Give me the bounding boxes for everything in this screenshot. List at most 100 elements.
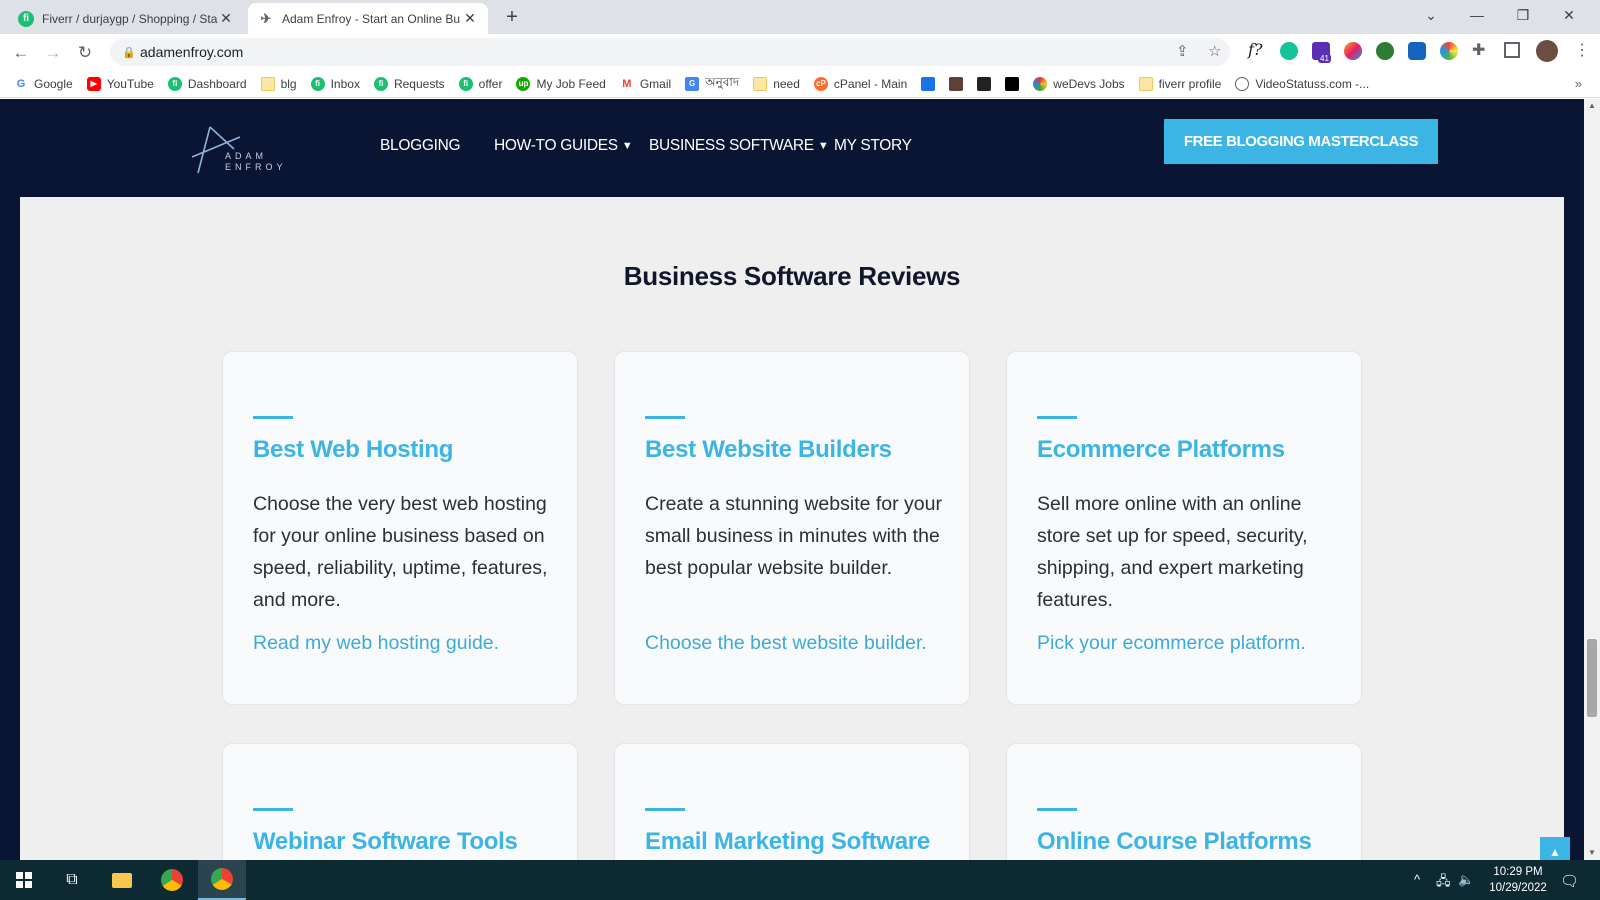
bookmark-fiverr-profile[interactable]: fiverr profile — [1138, 76, 1221, 91]
scroll-up-arrow-icon[interactable]: ▲ — [1584, 99, 1600, 113]
tab-title: Adam Enfroy - Start an Online Bu — [282, 11, 461, 26]
card-description: Sell more online with an online store se… — [1037, 493, 1308, 611]
shield-extension-icon[interactable] — [1408, 42, 1426, 60]
bookmark-inbox[interactable]: fi Inbox — [310, 76, 360, 91]
page-scrollbar[interactable]: ▲ ▼ — [1584, 99, 1600, 860]
bookmark-my-job-feed[interactable]: up My Job Feed — [516, 76, 606, 91]
restore-icon[interactable]: ❐ — [1500, 0, 1546, 30]
bookmark-unnamed-3[interactable] — [977, 76, 992, 91]
bookmark-need[interactable]: need — [753, 76, 800, 91]
notification-center-icon[interactable]: 🗨 — [1560, 872, 1579, 890]
wedevs-icon — [1033, 76, 1048, 91]
new-tab-button[interactable]: + — [500, 6, 524, 30]
section-title: Business Software Reviews — [623, 261, 961, 291]
translate-icon: G — [685, 76, 700, 91]
card-accent-bar — [645, 808, 685, 811]
close-window-icon[interactable]: ✕ — [1546, 0, 1592, 30]
bookmark-unnamed-4[interactable] — [1005, 76, 1020, 91]
card-title[interactable]: Online Course Platforms — [1037, 828, 1312, 856]
globe-extension-icon[interactable] — [1376, 42, 1394, 60]
site-header: ADAM ENFROY BLOGGING HOW-TO GUIDES ▼ BUSI… — [0, 99, 1584, 197]
bookmark-dashboard[interactable]: fi Dashboard — [167, 76, 247, 91]
bookmark-youtube[interactable]: ▶ YouTube — [86, 76, 154, 91]
logo-wordmark: ADAM ENFROY — [225, 151, 287, 172]
card-accent-bar — [253, 808, 293, 811]
chrome-active-taskbar-icon[interactable] — [198, 860, 246, 900]
browser-tab-strip: fi Fiverr / durjaygp / Shopping / Sta ✕ … — [0, 0, 1600, 34]
address-bar[interactable]: 🔒 adamenfroy.com — [110, 38, 1230, 66]
close-tab-icon[interactable]: ✕ — [462, 10, 478, 27]
show-hidden-icons-chevron-icon[interactable]: ^ — [1414, 872, 1420, 887]
nav-blogging[interactable]: BLOGGING — [380, 137, 461, 155]
color-picker-extension-icon[interactable] — [1440, 42, 1458, 60]
google-icon: G — [14, 76, 28, 91]
extensions-puzzle-icon[interactable]: ✚ — [1472, 40, 1485, 60]
chevron-down-icon: ▼ — [621, 140, 633, 152]
globe-icon — [1235, 76, 1250, 91]
card-email-marketing-software: Email Marketing Software — [614, 743, 970, 860]
business-software-section: Business Software Reviews Best Web Hosti… — [20, 197, 1570, 860]
system-clock[interactable]: 10:29 PM 10/29/2022 — [1478, 864, 1558, 896]
share-icon[interactable]: ⇪ — [1176, 42, 1189, 60]
chrome-taskbar-icon[interactable] — [148, 860, 196, 900]
minimize-icon[interactable]: — — [1454, 0, 1500, 30]
nav-business-software[interactable]: BUSINESS SOFTWARE ▼ — [649, 137, 829, 155]
nav-how-to-guides[interactable]: HOW-TO GUIDES ▼ — [494, 137, 633, 155]
forward-icon[interactable]: → — [40, 40, 66, 66]
free-blogging-masterclass-button[interactable]: FREE BLOGGING MASTERCLASS — [1164, 119, 1438, 164]
card-accent-bar — [1037, 416, 1077, 419]
chevron-up-icon: ▲ — [1549, 845, 1561, 859]
card-title[interactable]: Best Web Hosting — [253, 436, 453, 464]
volume-icon[interactable]: 🔈 — [1458, 872, 1474, 888]
formula-extension-icon[interactable]: f? — [1248, 40, 1263, 59]
side-panel-icon[interactable] — [1504, 42, 1520, 58]
bookmark-star-icon[interactable]: ☆ — [1208, 42, 1221, 60]
back-icon[interactable]: ← — [8, 40, 34, 66]
bookmarks-overflow-icon[interactable]: » — [1575, 76, 1582, 91]
bookmark-videostatuss[interactable]: VideoStatuss.com -... — [1235, 76, 1369, 91]
card-title[interactable]: Ecommerce Platforms — [1037, 436, 1285, 464]
card-link[interactable]: Read my web hosting guide. — [253, 632, 499, 655]
folder-icon — [260, 76, 275, 91]
browser-tab-fiverr[interactable]: fi Fiverr / durjaygp / Shopping / Sta ✕ — [8, 3, 244, 34]
grammarly-icon[interactable] — [1280, 42, 1298, 60]
url-text: adamenfroy.com — [140, 44, 244, 60]
tab-title: Fiverr / durjaygp / Shopping / Sta — [42, 11, 218, 26]
close-tab-icon[interactable]: ✕ — [218, 10, 234, 27]
bookmark-offer[interactable]: fi offer — [458, 76, 502, 91]
clock-date: 10/29/2022 — [1489, 882, 1547, 894]
file-explorer-icon[interactable] — [98, 860, 146, 900]
bookmark-unnamed-2[interactable] — [949, 76, 964, 91]
bookmark-blg[interactable]: blg — [260, 76, 297, 91]
card-title[interactable]: Webinar Software Tools — [253, 828, 518, 856]
folder-icon — [753, 76, 768, 91]
heart-extension-icon[interactable] — [1344, 42, 1362, 60]
scrollbar-thumb[interactable] — [1587, 639, 1597, 717]
browser-tab-adam-enfroy[interactable]: ✈ Adam Enfroy - Start an Online Bu ✕ — [248, 3, 488, 34]
network-icon[interactable]: 🖧 — [1436, 872, 1451, 894]
windows-start-icon[interactable] — [0, 860, 48, 900]
nav-my-story[interactable]: MY STORY — [834, 137, 912, 155]
reload-icon[interactable]: ↻ — [72, 40, 98, 66]
profile-avatar[interactable] — [1536, 40, 1558, 62]
fiverr-icon: fi — [310, 76, 325, 91]
browser-menu-icon[interactable]: ⋮ — [1574, 40, 1590, 60]
card-title[interactable]: Best Website Builders — [645, 436, 892, 464]
bookmark-unnamed-1[interactable] — [921, 76, 936, 91]
lock-icon: 🔒 — [122, 46, 136, 59]
bookmark-favicon-icon — [977, 76, 992, 91]
bookmark-wedevs-jobs[interactable]: weDevs Jobs — [1033, 76, 1125, 91]
tab-search-icon[interactable]: ⌄ — [1408, 0, 1454, 30]
scroll-to-top-button[interactable]: ▲ — [1540, 837, 1570, 860]
task-view-icon[interactable]: ⧉ — [48, 860, 96, 900]
bookmark-requests[interactable]: fi Requests — [373, 76, 445, 91]
bookmark-translate[interactable]: G অনুবাদ — [685, 74, 739, 94]
bookmark-gmail[interactable]: M Gmail — [619, 76, 671, 91]
bookmark-google[interactable]: G Google — [14, 76, 73, 91]
scroll-down-arrow-icon[interactable]: ▼ — [1584, 846, 1600, 860]
card-title[interactable]: Email Marketing Software — [645, 828, 930, 856]
bookmark-cpanel[interactable]: cP cPanel - Main — [813, 76, 907, 91]
card-link[interactable]: Choose the best website builder. — [645, 632, 927, 655]
fiverr-icon: fi — [373, 76, 388, 91]
card-link[interactable]: Pick your ecommerce platform. — [1037, 632, 1306, 655]
